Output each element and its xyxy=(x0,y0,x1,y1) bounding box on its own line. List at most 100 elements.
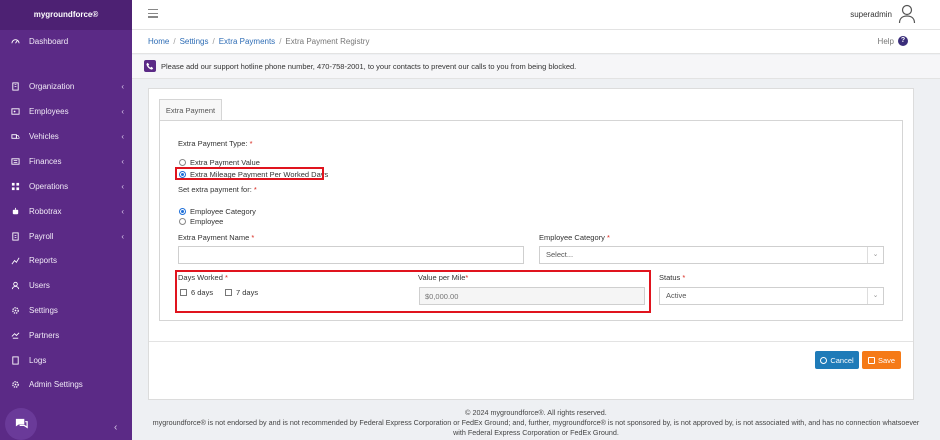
footer-copyright: © 2024 mygroundforce®. All rights reserv… xyxy=(465,408,607,417)
partners-icon xyxy=(10,330,20,340)
sidebar-item-label: Settings xyxy=(29,305,58,315)
sidebar-item-label: Operations xyxy=(29,181,69,191)
save-button[interactable]: Save xyxy=(862,351,901,369)
sidebar: mygroundforce® Dashboard Organization ‹ … xyxy=(0,0,132,440)
divider xyxy=(149,341,913,342)
sidebar-item-settings[interactable]: Settings xyxy=(0,301,132,319)
menu-icon[interactable] xyxy=(148,9,158,20)
highlight-box xyxy=(175,167,324,180)
status-select[interactable]: Active ⌄ xyxy=(659,287,884,305)
days-worked-label: Days Worked * xyxy=(178,273,228,282)
sidebar-item-label: Admin Settings xyxy=(29,379,83,389)
checkbox-box xyxy=(225,289,232,296)
chevron-left-icon: ‹ xyxy=(121,181,124,191)
logs-icon xyxy=(10,355,20,365)
brand-logo: mygroundforce® xyxy=(0,0,132,30)
radio-extra-payment-value[interactable]: Extra Payment Value xyxy=(179,158,260,167)
set-for-label: Set extra payment for: * xyxy=(178,185,257,194)
top-bar: superadmin xyxy=(132,0,940,30)
chat-icon xyxy=(15,418,28,428)
chevron-down-icon: ⌄ xyxy=(867,247,883,263)
help-label: Help xyxy=(877,36,894,46)
breadcrumb-extra-payments[interactable]: Extra Payments xyxy=(219,37,275,46)
chevron-left-icon: ‹ xyxy=(121,81,124,91)
sidebar-item-label: Vehicles xyxy=(29,131,59,141)
chevron-left-icon: ‹ xyxy=(121,131,124,141)
sidebar-item-label: Users xyxy=(29,280,50,290)
sidebar-item-admin-settings[interactable]: Admin Settings xyxy=(0,375,132,393)
notice-text: Please add our support hotline phone num… xyxy=(161,62,577,71)
form-panel: Extra Payment Type: * Extra Payment Valu… xyxy=(159,120,903,321)
tab-extra-payment[interactable]: Extra Payment xyxy=(159,99,222,120)
employee-category-select[interactable]: Select... ⌄ xyxy=(539,246,884,264)
sidebar-item-label: Finances xyxy=(29,156,62,166)
cancel-icon xyxy=(820,356,828,364)
reports-icon xyxy=(10,255,20,265)
gear-icon xyxy=(10,305,20,315)
value-per-mile-label: Value per Mile* xyxy=(418,273,469,282)
payment-name-input[interactable] xyxy=(178,246,524,264)
sidebar-item-label: Payroll xyxy=(29,231,54,241)
truck-icon xyxy=(10,131,20,141)
phone-icon xyxy=(144,60,156,72)
breadcrumb-settings[interactable]: Settings xyxy=(180,37,209,46)
footer-disclaimer-cont: with Federal Express Corporation or FedE… xyxy=(453,428,619,437)
sidebar-item-robotrax[interactable]: Robotrax ‹ xyxy=(0,202,132,220)
breadcrumb-home[interactable]: Home xyxy=(148,37,169,46)
admin-gear-icon xyxy=(10,379,20,389)
breadcrumb: Home / Settings / Extra Payments / Extra Payme… xyxy=(148,37,369,46)
radio-employee[interactable]: Employee xyxy=(179,217,223,226)
sidebar-item-operations[interactable]: Operations ‹ xyxy=(0,177,132,195)
help-icon: ? xyxy=(898,36,908,46)
cancel-button[interactable]: Cancel xyxy=(815,351,859,369)
chevron-down-icon: ⌄ xyxy=(867,288,883,304)
user-avatar-icon[interactable] xyxy=(898,4,916,24)
sidebar-item-label: Logs xyxy=(29,355,47,365)
collapse-sidebar-button[interactable]: ‹ xyxy=(114,422,117,433)
footer: © 2024 mygroundforce®. All rights reserv… xyxy=(132,408,940,438)
checkbox-7-days[interactable]: 7 days xyxy=(225,288,258,297)
help-link[interactable]: Help ? xyxy=(878,36,908,46)
users-icon xyxy=(10,280,20,290)
sidebar-item-employees[interactable]: Employees ‹ xyxy=(0,102,132,120)
finances-icon xyxy=(10,156,20,166)
operations-icon xyxy=(10,181,20,191)
user-name[interactable]: superadmin xyxy=(850,10,892,19)
sidebar-item-label: Dashboard xyxy=(29,36,69,46)
radio-dot xyxy=(179,159,186,166)
sidebar-item-label: Robotrax xyxy=(29,206,62,216)
radio-employee-category[interactable]: Employee Category xyxy=(179,207,256,216)
sidebar-item-finances[interactable]: Finances ‹ xyxy=(0,152,132,170)
payroll-icon xyxy=(10,231,20,241)
sidebar-item-payroll[interactable]: Payroll ‹ xyxy=(0,227,132,245)
chevron-left-icon: ‹ xyxy=(121,156,124,166)
building-icon xyxy=(10,81,20,91)
sidebar-item-partners[interactable]: Partners xyxy=(0,326,132,344)
support-notice: Please add our support hotline phone num… xyxy=(132,55,940,79)
sidebar-item-users[interactable]: Users xyxy=(0,276,132,294)
chat-button[interactable] xyxy=(5,408,37,440)
sidebar-item-organization[interactable]: Organization ‹ xyxy=(0,77,132,95)
extra-payment-card: Extra Payment Extra Payment Type: * Extr… xyxy=(148,88,914,400)
payment-type-label: Extra Payment Type: * xyxy=(178,139,253,148)
breadcrumb-separator: / xyxy=(173,37,176,46)
breadcrumb-bar: Home / Settings / Extra Payments / Extra Payme… xyxy=(132,30,940,54)
sidebar-item-logs[interactable]: Logs xyxy=(0,351,132,369)
status-label: Status * xyxy=(659,273,686,282)
radio-dot xyxy=(179,208,186,215)
footer-disclaimer: mygroundforce® is not endorsed by and is… xyxy=(152,418,920,427)
breadcrumb-current: Extra Payment Registry xyxy=(285,37,370,46)
breadcrumb-separator: / xyxy=(212,37,215,46)
robot-icon xyxy=(10,206,20,216)
breadcrumb-separator: / xyxy=(279,37,282,46)
employees-icon xyxy=(10,106,20,116)
sidebar-item-reports[interactable]: Reports xyxy=(0,251,132,269)
checkbox-6-days[interactable]: 6 days xyxy=(180,288,213,297)
sidebar-item-vehicles[interactable]: Vehicles ‹ xyxy=(0,127,132,145)
value-per-mile-input[interactable] xyxy=(419,287,645,305)
checkbox-box xyxy=(180,289,187,296)
chevron-left-icon: ‹ xyxy=(121,231,124,241)
sidebar-item-dashboard[interactable]: Dashboard xyxy=(0,32,132,50)
chevron-left-icon: ‹ xyxy=(121,106,124,116)
sidebar-item-label: Partners xyxy=(29,330,60,340)
